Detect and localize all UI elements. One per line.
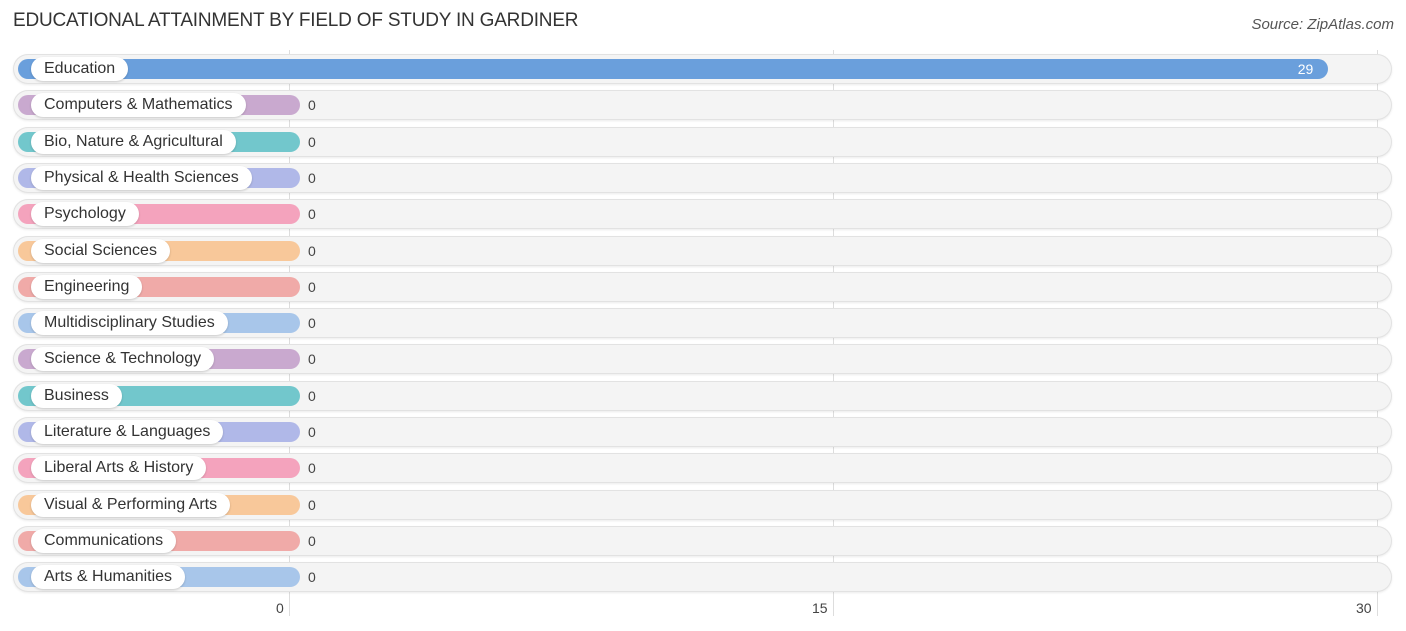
bar-row: Arts & Humanities 0 <box>13 562 1392 592</box>
value-label: 0 <box>308 243 316 259</box>
bar-row: Liberal Arts & History 0 <box>13 453 1392 483</box>
bar-row: Communications 0 <box>13 526 1392 556</box>
bar-row: Physical & Health Sciences 0 <box>13 163 1392 193</box>
value-label: 0 <box>308 134 316 150</box>
bar-row: Multidisciplinary Studies 0 <box>13 308 1392 338</box>
bar-row: Education 29 <box>13 54 1392 84</box>
value-label: 0 <box>308 279 316 295</box>
bar-chart: Education 29 Computers & Mathematics 0 Bio, … <box>0 0 1406 631</box>
value-label: 0 <box>308 533 316 549</box>
category-label: Communications <box>31 529 177 553</box>
category-label: Physical & Health Sciences <box>31 166 252 190</box>
value-label: 0 <box>308 170 316 186</box>
bar-row: Psychology 0 <box>13 199 1392 229</box>
value-label: 0 <box>308 424 316 440</box>
x-tick-label: 15 <box>812 600 828 616</box>
category-label: Psychology <box>31 202 139 226</box>
category-label: Literature & Languages <box>31 420 224 444</box>
category-label: Engineering <box>31 275 143 299</box>
category-label: Multidisciplinary Studies <box>31 311 228 335</box>
category-label: Liberal Arts & History <box>31 456 207 480</box>
category-label: Computers & Mathematics <box>31 93 246 117</box>
category-label: Bio, Nature & Agricultural <box>31 130 236 154</box>
bar <box>18 59 1328 79</box>
bar-row: Engineering 0 <box>13 272 1392 302</box>
bar-row: Science & Technology 0 <box>13 344 1392 374</box>
value-label: 29 <box>1297 61 1314 77</box>
value-label: 0 <box>308 497 316 513</box>
bar-row: Visual & Performing Arts 0 <box>13 490 1392 520</box>
category-label: Arts & Humanities <box>31 565 186 589</box>
value-label: 0 <box>308 569 316 585</box>
bar-row: Business 0 <box>13 381 1392 411</box>
value-label: 0 <box>308 388 316 404</box>
value-label: 0 <box>308 97 316 113</box>
bar-row: Bio, Nature & Agricultural 0 <box>13 127 1392 157</box>
value-label: 0 <box>308 315 316 331</box>
category-label: Visual & Performing Arts <box>31 493 231 517</box>
x-tick-label: 30 <box>1356 600 1372 616</box>
bar-row: Computers & Mathematics 0 <box>13 90 1392 120</box>
value-label: 0 <box>308 460 316 476</box>
bar-row: Social Sciences 0 <box>13 236 1392 266</box>
category-label: Business <box>31 384 122 408</box>
category-label: Science & Technology <box>31 347 215 371</box>
category-label: Education <box>31 57 129 81</box>
x-tick-label: 0 <box>276 600 284 616</box>
value-label: 0 <box>308 206 316 222</box>
category-label: Social Sciences <box>31 239 170 263</box>
bar-row: Literature & Languages 0 <box>13 417 1392 447</box>
value-label: 0 <box>308 351 316 367</box>
